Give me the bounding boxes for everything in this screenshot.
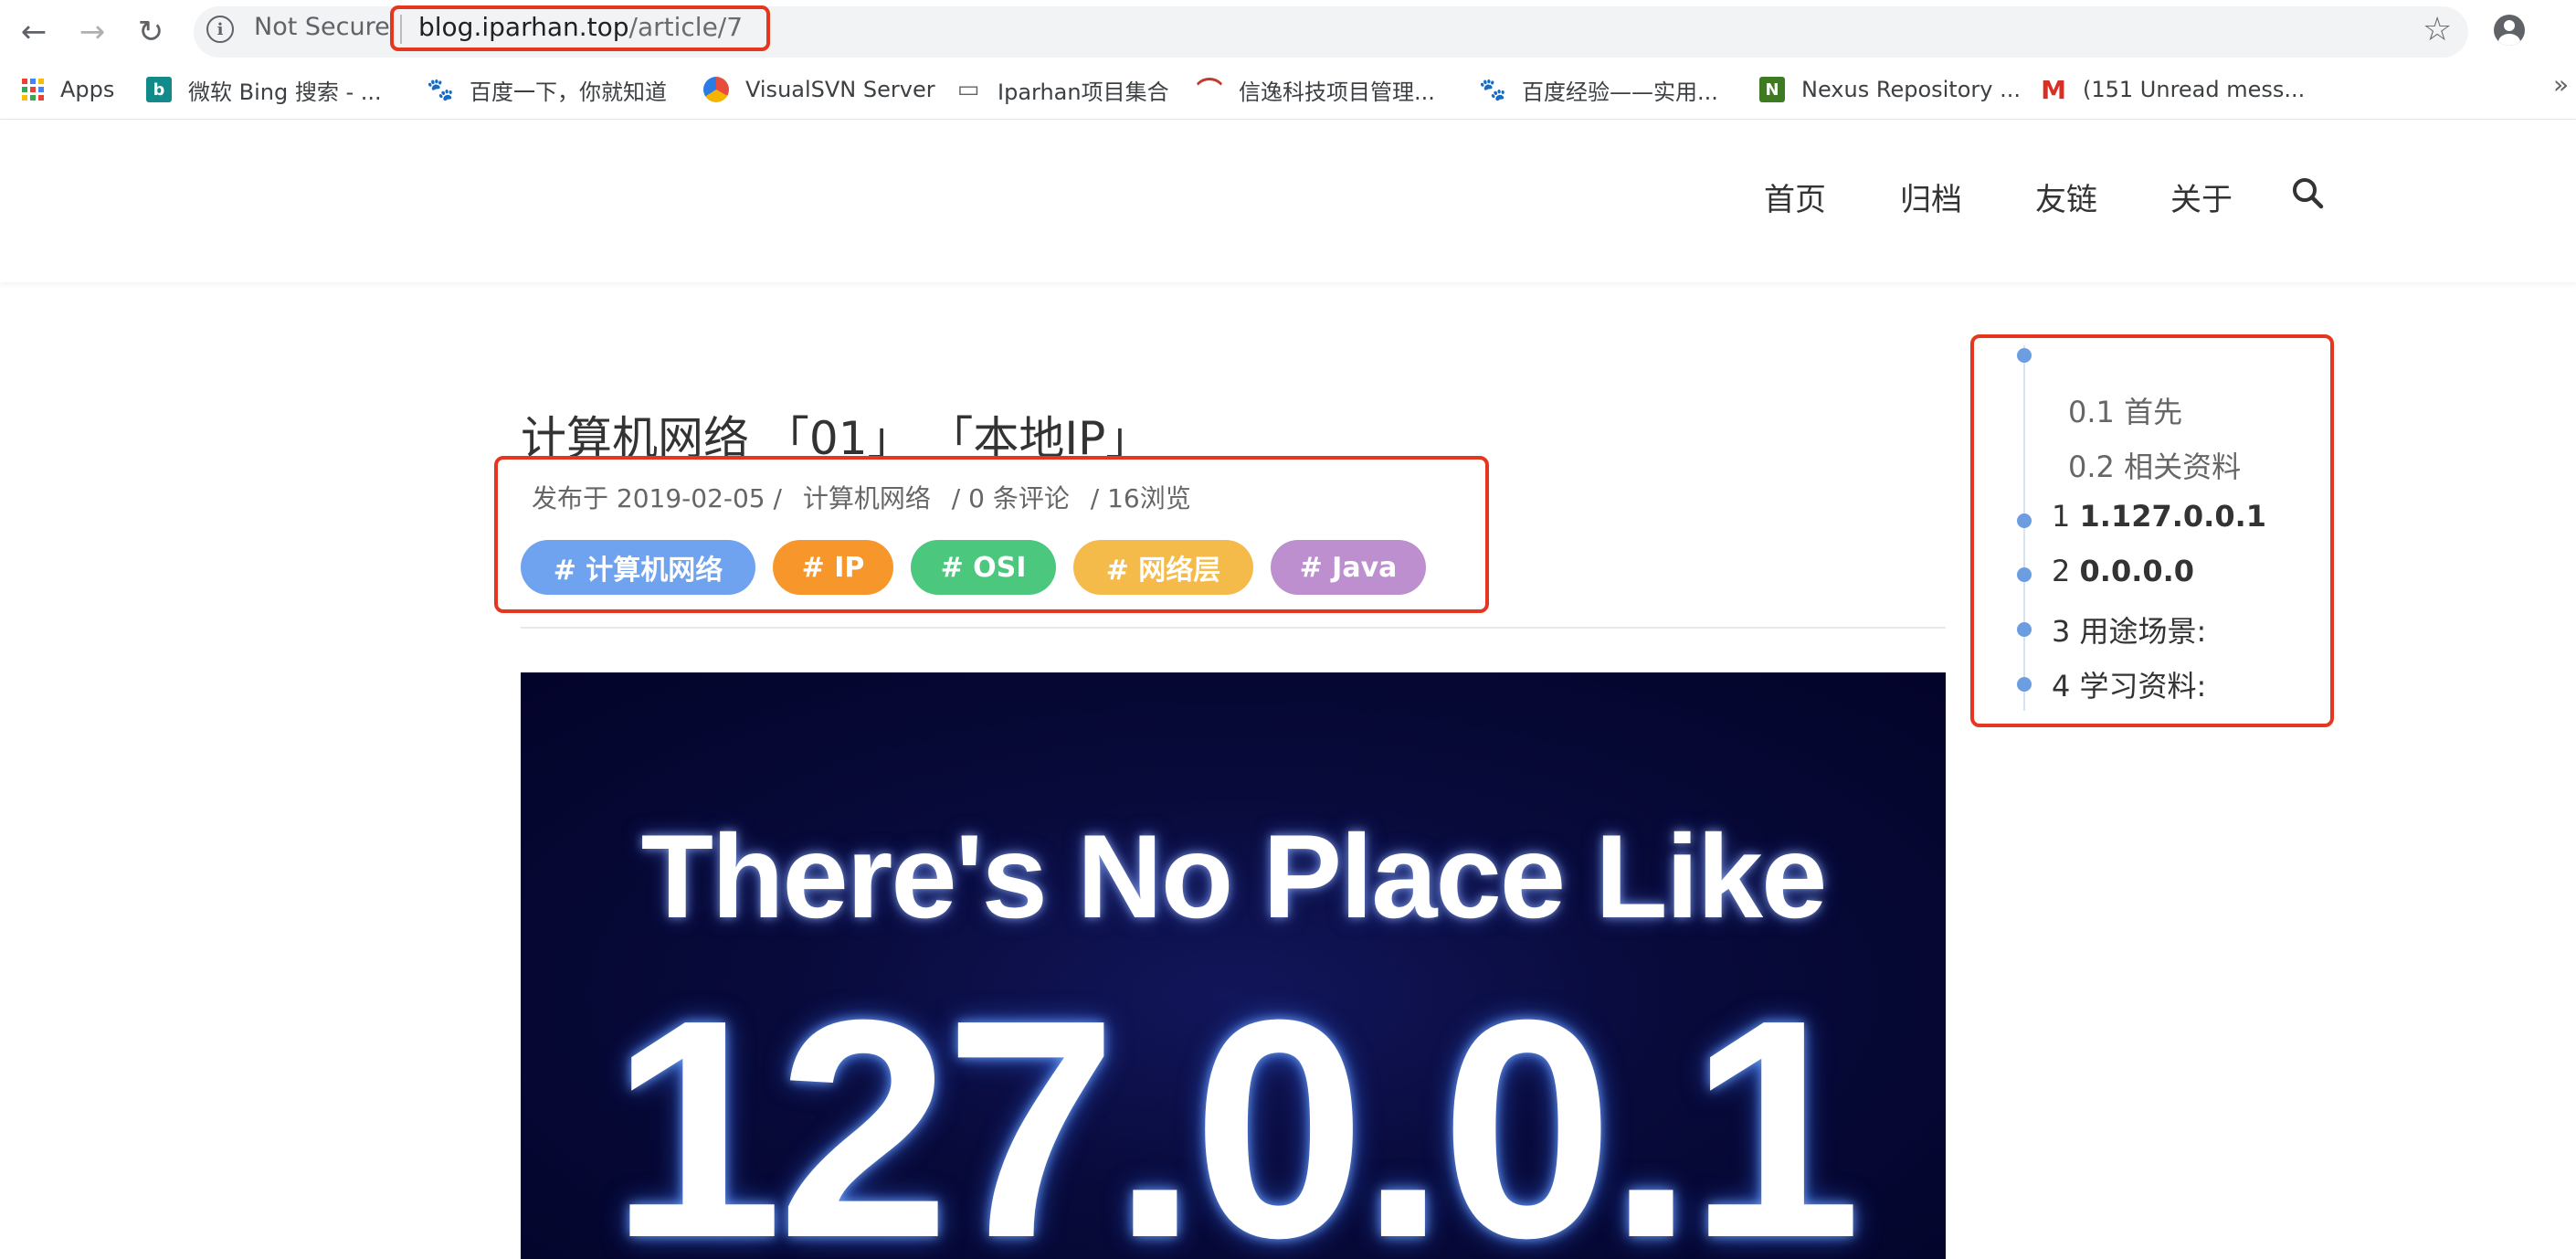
- folder-icon: ▭: [956, 76, 980, 103]
- tag-osi[interactable]: # OSI: [911, 540, 1056, 595]
- toc-text: 相关资料: [2124, 450, 2242, 484]
- toc-item-1[interactable]: 1 1.127.0.0.1: [2052, 499, 2266, 534]
- nav-archive[interactable]: 归档: [1900, 175, 1962, 219]
- bookmark-label: VisualSVN Server: [745, 77, 935, 102]
- toc-item-0-1[interactable]: 0.1 首先: [2068, 389, 2182, 431]
- toc-num: 3: [2052, 614, 2071, 649]
- toc-dot: [2017, 348, 2032, 363]
- bookmark-baidu[interactable]: 🐾 百度一下，你就知道: [427, 73, 667, 106]
- bookmark-label: Nexus Repository ...: [1801, 77, 2021, 102]
- toc-num: 4: [2052, 669, 2071, 704]
- baidu-paw-icon: 🐾: [1479, 77, 1506, 102]
- bookmark-label: (151 Unread mess...: [2083, 77, 2306, 102]
- toc-item-4[interactable]: 4 学习资料:: [2052, 663, 2206, 705]
- toc-dot: [2017, 513, 2032, 528]
- bookmarks-bar: Apps b 微软 Bing 搜索 - ... 🐾 百度一下，你就知道 Visu…: [0, 64, 2576, 120]
- hero-image: There's No Place Like 127.0.0.1: [521, 672, 1946, 1259]
- bookmark-label: Iparhan项目集合: [998, 79, 1169, 105]
- bookmarks-overflow-icon[interactable]: »: [2553, 69, 2569, 100]
- toc-text: 1.127.0.0.1: [2079, 499, 2267, 534]
- bookmark-xinyi[interactable]: ⌒ 信逸科技项目管理...: [1197, 73, 1435, 106]
- site-header: 首页 归档 友链 关于: [0, 120, 2576, 282]
- nexus-icon: N: [1759, 77, 1785, 102]
- toc-text: 学习资料:: [2079, 669, 2207, 704]
- toc-text: 首先: [2124, 395, 2183, 429]
- comment-count[interactable]: / 0 条评论: [952, 483, 1070, 513]
- tag-java[interactable]: # Java: [1271, 540, 1426, 595]
- bookmark-star-icon[interactable]: ☆: [2423, 11, 2452, 48]
- browser-toolbar: ← → ↻ i Not Secure blog.iparhan.top/arti…: [0, 0, 2576, 64]
- toc-num: 0.2: [2068, 450, 2115, 484]
- nav-home[interactable]: 首页: [1764, 175, 1826, 219]
- toc-num: 1: [2052, 499, 2071, 534]
- bookmark-baidu-jingyan[interactable]: 🐾 百度经验——实用...: [1479, 73, 1718, 106]
- hero-line1: There's No Place Like: [640, 809, 1828, 943]
- bing-icon: b: [146, 77, 172, 102]
- divider: [521, 627, 1946, 629]
- bookmark-nexus[interactable]: N Nexus Repository ...: [1759, 73, 2021, 106]
- gmail-icon: M: [2041, 74, 2066, 105]
- bookmark-label: 信逸科技项目管理...: [1239, 79, 1435, 105]
- view-count: / 16浏览: [1090, 483, 1191, 513]
- info-icon[interactable]: i: [206, 16, 234, 43]
- toc-timeline: [2023, 345, 2025, 711]
- account-icon[interactable]: [2494, 15, 2525, 46]
- toc-text: 用途场景:: [2079, 614, 2207, 649]
- tag-ip[interactable]: # IP: [773, 540, 893, 595]
- bookmark-label: 百度经验——实用...: [1522, 79, 1718, 105]
- security-label[interactable]: Not Secure: [254, 13, 390, 41]
- toc-num: 2: [2052, 554, 2071, 588]
- category-link[interactable]: 计算机网络: [803, 483, 931, 513]
- toc-dot: [2017, 622, 2032, 637]
- bookmark-apps[interactable]: Apps: [22, 73, 114, 106]
- publish-date: 发布于 2019-02-05 /: [532, 483, 782, 513]
- bookmark-label: Apps: [60, 77, 115, 102]
- visualsvn-icon: [703, 77, 729, 102]
- baidu-paw-icon: 🐾: [427, 77, 454, 102]
- toc-dot: [2017, 567, 2032, 582]
- back-arrow-icon[interactable]: ←: [15, 13, 53, 51]
- toc-item-3[interactable]: 3 用途场景:: [2052, 608, 2206, 651]
- toc-text: 0.0.0.0: [2079, 554, 2195, 588]
- bookmark-label: 微软 Bing 搜索 - ...: [188, 79, 382, 105]
- forward-arrow-icon[interactable]: →: [73, 13, 111, 51]
- bookmark-bing[interactable]: b 微软 Bing 搜索 - ...: [146, 73, 382, 106]
- url-highlight-box: [390, 5, 770, 51]
- bookmark-label: 百度一下，你就知道: [470, 79, 667, 105]
- tag-network-layer[interactable]: # 网络层: [1073, 540, 1253, 595]
- tag-computer-network[interactable]: # 计算机网络: [521, 540, 755, 595]
- hero-line2: 127.0.0.1: [610, 956, 1862, 1259]
- nav-about[interactable]: 关于: [2170, 175, 2233, 219]
- search-icon[interactable]: [2291, 176, 2324, 209]
- xinyi-icon: ⌒: [1197, 76, 1223, 106]
- apps-grid-icon: [22, 79, 44, 101]
- reload-icon[interactable]: ↻: [132, 13, 170, 51]
- bookmark-visualsvn[interactable]: VisualSVN Server: [703, 73, 935, 106]
- nav-links[interactable]: 友链: [2035, 175, 2097, 219]
- toc-item-0-2[interactable]: 0.2 相关资料: [2068, 444, 2241, 486]
- toc-item-2[interactable]: 2 0.0.0.0: [2052, 554, 2194, 588]
- article-meta: 发布于 2019-02-05 / 计算机网络 / 0 条评论 / 16浏览: [532, 479, 1204, 515]
- toc-num: 0.1: [2068, 395, 2115, 429]
- bookmark-gmail[interactable]: M (151 Unread mess...: [2041, 73, 2305, 106]
- toc-dot: [2017, 677, 2032, 692]
- bookmark-iparhan-folder[interactable]: ▭ Iparhan项目集合: [955, 73, 1169, 106]
